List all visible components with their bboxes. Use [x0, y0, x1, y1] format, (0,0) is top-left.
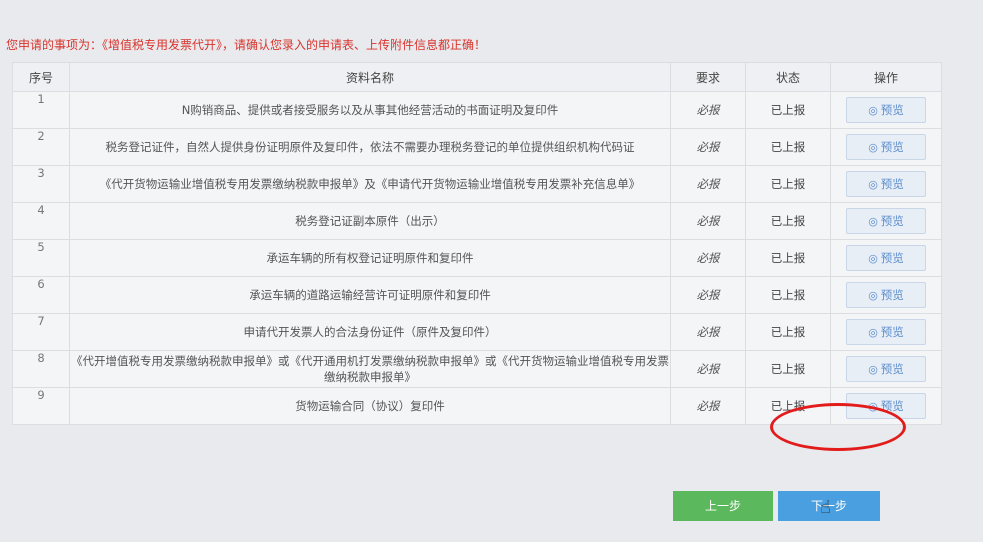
preview-label: 预览	[880, 362, 904, 376]
preview-button[interactable]: ◎ 预览	[846, 393, 926, 419]
preview-button[interactable]: ◎ 预览	[846, 97, 926, 123]
eye-icon: ◎	[868, 289, 878, 302]
row-status: 已上报	[745, 91, 831, 129]
preview-button[interactable]: ◎ 预览	[846, 356, 926, 382]
header-action: 操作	[830, 62, 942, 92]
row-required: 必报	[670, 239, 746, 277]
row-name: N购销商品、提供或者接受服务以及从事其他经营活动的书面证明及复印件	[69, 91, 671, 129]
eye-icon: ◎	[868, 326, 878, 339]
eye-icon: ◎	[868, 141, 878, 154]
row-required: 必报	[670, 128, 746, 166]
row-action: ◎ 预览	[830, 202, 942, 240]
row-status: 已上报	[745, 276, 831, 314]
eye-icon: ◎	[868, 400, 878, 413]
row-index: 3	[12, 165, 70, 203]
row-index: 5	[12, 239, 70, 277]
row-name: 税务登记证副本原件（出示）	[69, 202, 671, 240]
row-name: 《代开货物运输业增值税专用发票缴纳税款申报单》及《申请代开货物运输业增值税专用发…	[69, 165, 671, 203]
row-name: 申请代开发票人的合法身份证件（原件及复印件）	[69, 313, 671, 351]
preview-button[interactable]: ◎ 预览	[846, 245, 926, 271]
preview-button[interactable]: ◎ 预览	[846, 319, 926, 345]
row-required: 必报	[670, 91, 746, 129]
row-required: 必报	[670, 202, 746, 240]
preview-label: 预览	[880, 103, 904, 117]
documents-table: 序号 资料名称 要求 状态 操作 1 N购销商品、提供或者接受服务以及从事其他经…	[12, 62, 942, 425]
row-index: 2	[12, 128, 70, 166]
table-row: 5 承运车辆的所有权登记证明原件和复印件 必报 已上报 ◎ 预览	[12, 239, 942, 277]
table-row: 1 N购销商品、提供或者接受服务以及从事其他经营活动的书面证明及复印件 必报 已…	[12, 91, 942, 129]
preview-button[interactable]: ◎ 预览	[846, 134, 926, 160]
row-status: 已上报	[745, 350, 831, 388]
notice-prefix: 您申请的事项为：	[6, 38, 103, 52]
table-row: 7 申请代开发票人的合法身份证件（原件及复印件） 必报 已上报 ◎ 预览	[12, 313, 942, 351]
row-action: ◎ 预览	[830, 128, 942, 166]
eye-icon: ◎	[868, 363, 878, 376]
preview-button[interactable]: ◎ 预览	[846, 208, 926, 234]
row-action: ◎ 预览	[830, 239, 942, 277]
preview-label: 预览	[880, 214, 904, 228]
row-status: 已上报	[745, 313, 831, 351]
row-index: 6	[12, 276, 70, 314]
row-index: 9	[12, 387, 70, 425]
row-status: 已上报	[745, 387, 831, 425]
row-action: ◎ 预览	[830, 350, 942, 388]
row-name: 承运车辆的所有权登记证明原件和复印件	[69, 239, 671, 277]
preview-label: 预览	[880, 177, 904, 191]
eye-icon: ◎	[868, 104, 878, 117]
row-action: ◎ 预览	[830, 387, 942, 425]
row-action: ◎ 预览	[830, 91, 942, 129]
prev-step-button[interactable]: 上一步	[673, 491, 773, 521]
header-required: 要求	[670, 62, 746, 92]
row-index: 1	[12, 91, 70, 129]
header-status: 状态	[745, 62, 831, 92]
row-status: 已上报	[745, 239, 831, 277]
row-index: 4	[12, 202, 70, 240]
row-name: 货物运输合同（协议）复印件	[69, 387, 671, 425]
table-row: 3 《代开货物运输业增值税专用发票缴纳税款申报单》及《申请代开货物运输业增值税专…	[12, 165, 942, 203]
row-action: ◎ 预览	[830, 313, 942, 351]
preview-label: 预览	[880, 325, 904, 339]
row-required: 必报	[670, 313, 746, 351]
preview-label: 预览	[880, 399, 904, 413]
notice-item: 《增值税专用发票代开》	[102, 38, 223, 52]
eye-icon: ◎	[868, 178, 878, 191]
header-index: 序号	[12, 62, 70, 92]
row-action: ◎ 预览	[830, 165, 942, 203]
table-row: 6 承运车辆的道路运输经营许可证明原件和复印件 必报 已上报 ◎ 预览	[12, 276, 942, 314]
row-required: 必报	[670, 165, 746, 203]
row-name: 《代开增值税专用发票缴纳税款申报单》或《代开通用机打发票缴纳税款申报单》或《代开…	[69, 350, 671, 388]
hand-pointer-icon: ☝	[820, 497, 831, 518]
table-row: 2 税务登记证件，自然人提供身份证明原件及复印件，依法不需要办理税务登记的单位提…	[12, 128, 942, 166]
row-required: 必报	[670, 276, 746, 314]
notice-suffix: ，请确认您录入的申请表、上传附件信息都正确！	[222, 38, 487, 52]
row-index: 7	[12, 313, 70, 351]
preview-button[interactable]: ◎ 预览	[846, 171, 926, 197]
header-name: 资料名称	[69, 62, 671, 92]
row-status: 已上报	[745, 165, 831, 203]
table-header-row: 序号 资料名称 要求 状态 操作	[12, 62, 942, 92]
row-required: 必报	[670, 387, 746, 425]
row-index: 8	[12, 350, 70, 388]
preview-button[interactable]: ◎ 预览	[846, 282, 926, 308]
row-required: 必报	[670, 350, 746, 388]
table-row: 9 货物运输合同（协议）复印件 必报 已上报 ◎ 预览	[12, 387, 942, 425]
row-name: 税务登记证件，自然人提供身份证明原件及复印件，依法不需要办理税务登记的单位提供组…	[69, 128, 671, 166]
notice-text: 您申请的事项为：《增值税专用发票代开》，请确认您录入的申请表、上传附件信息都正确…	[6, 36, 486, 53]
row-name: 承运车辆的道路运输经营许可证明原件和复印件	[69, 276, 671, 314]
table-row: 8 《代开增值税专用发票缴纳税款申报单》或《代开通用机打发票缴纳税款申报单》或《…	[12, 350, 942, 388]
row-status: 已上报	[745, 202, 831, 240]
row-action: ◎ 预览	[830, 276, 942, 314]
eye-icon: ◎	[868, 252, 878, 265]
eye-icon: ◎	[868, 215, 878, 228]
table-row: 4 税务登记证副本原件（出示） 必报 已上报 ◎ 预览	[12, 202, 942, 240]
preview-label: 预览	[880, 140, 904, 154]
preview-label: 预览	[880, 288, 904, 302]
preview-label: 预览	[880, 251, 904, 265]
row-status: 已上报	[745, 128, 831, 166]
